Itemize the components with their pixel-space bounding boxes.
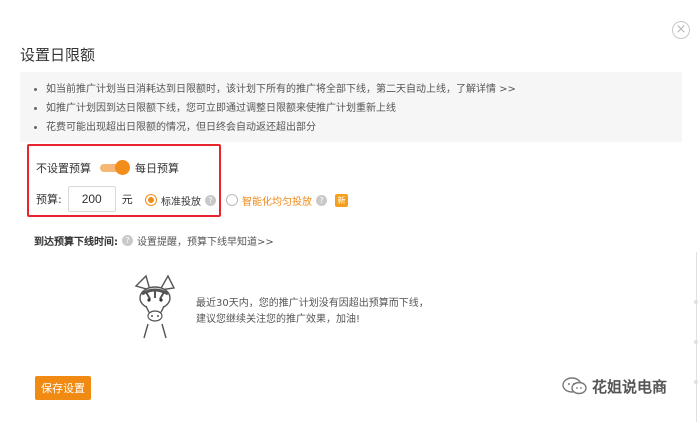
empty-state-line: 建议您继续关注您的推广效果，加油! [196,314,361,325]
watermark-text: 花姐说电商 [592,377,668,396]
offline-time-label: 到达预算下线时间: [34,236,118,248]
daily-limit-dialog: × 设置日限额 如当前推广计划当日消耗达到日限额时，该计划下所有的推广将全部下线… [0,0,700,422]
smart-delivery-label[interactable]: 智能化均匀投放 [242,193,312,208]
notice-item: 花费可能出现超出日限额的情况，但日终会自动返还超出部分 [34,118,682,137]
notice-item: 如推广计划因到达日限额下线，您可立即通过调整日限额来使推广计划重新上线 [34,99,682,118]
save-settings-button[interactable]: 保存设置 [35,376,91,400]
new-badge: 新 [335,193,348,207]
help-icon[interactable]: ? [205,194,216,206]
budget-input[interactable] [67,186,116,212]
budget-label: 预算: [36,193,62,206]
budget-mode-row: 不设置预算 每日预算 [36,160,179,176]
empty-state-message: 最近30天内，您的推广计划没有因超出预算而下线， 建议您继续关注您的推广效果，加… [196,296,429,328]
standard-delivery-radio[interactable] [145,194,157,206]
zebra-mascot-icon [134,274,176,339]
dialog-title: 设置日限额 [20,46,96,64]
close-icon[interactable]: × [672,21,690,39]
delivery-mode-group: 标准投放 ? 智能化均匀投放 ? 新 [145,192,348,208]
scroll-marker [694,300,698,304]
toggle-knob[interactable] [115,160,130,175]
help-icon[interactable]: ? [122,234,133,246]
no-budget-label[interactable]: 不设置预算 [36,160,91,176]
scroll-marker [694,380,698,384]
notice-item[interactable]: 如当前推广计划当日消耗达到日限额时，该计划下所有的推广将全部下线，第二天自动上线… [34,80,682,99]
scroll-marker [694,340,698,344]
help-icon[interactable]: ? [316,194,327,206]
set-reminder-link[interactable]: 设置提醒，预算下线早知道>> [137,233,274,248]
standard-delivery-label[interactable]: 标准投放 [161,193,201,208]
empty-state-line: 最近30天内，您的推广计划没有因超出预算而下线， [196,298,429,309]
budget-unit: 元 [121,193,133,206]
offline-time-row: 到达预算下线时间: ? 设置提醒，预算下线早知道>> [34,233,274,248]
budget-mode-toggle[interactable] [100,160,130,175]
notice-panel: 如当前推广计划当日消耗达到日限额时，该计划下所有的推广将全部下线，第二天自动上线… [20,72,682,142]
smart-delivery-radio[interactable] [226,194,238,206]
scrollbar-track[interactable] [696,252,697,422]
daily-budget-label[interactable]: 每日预算 [135,160,179,176]
budget-row: 预算: 元 [36,186,133,212]
watermark: 花姐说电商 [562,374,667,398]
wechat-icon [562,377,587,395]
